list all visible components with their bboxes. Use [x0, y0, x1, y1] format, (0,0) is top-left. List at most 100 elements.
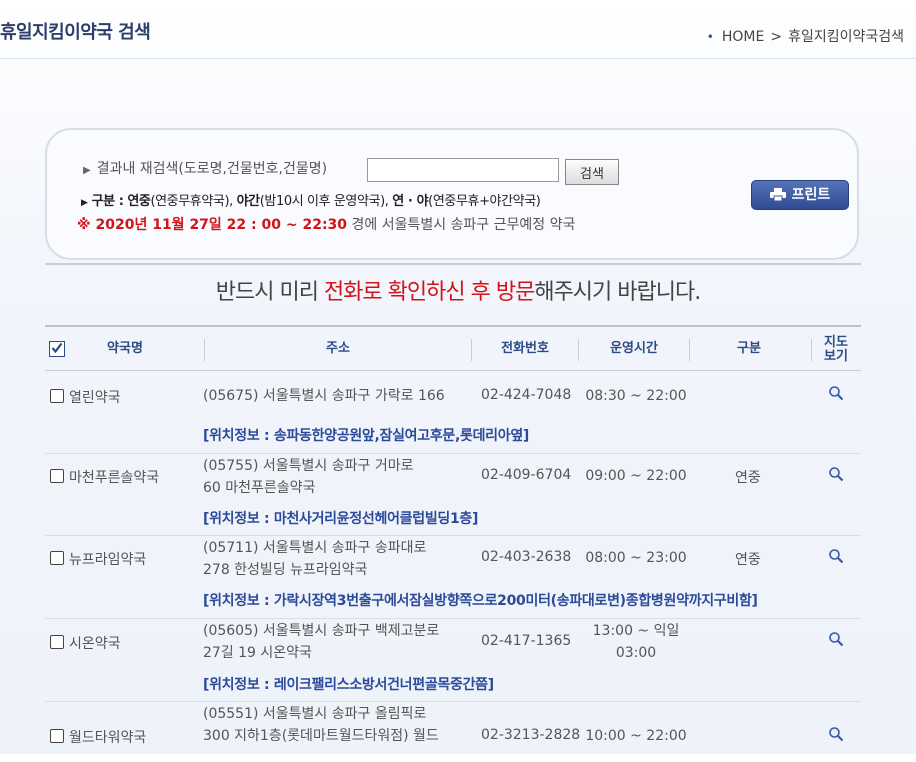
pharmacy-phone: 02-424-7048: [481, 387, 572, 403]
table-row: 열린약국 (05675) 서울특별시 송파구 가락로 166 02-424-70…: [45, 371, 861, 454]
table-row: 마천푸른솔약국 (05755) 서울특별시 송파구 거마로 60 마천푸른솔약국…: [45, 454, 861, 536]
header-phone: 전화번호: [501, 341, 549, 356]
pharmacy-phone: 02-417-1365: [481, 633, 572, 649]
header-map: 지도 보기: [812, 336, 860, 366]
row-checkbox[interactable]: [50, 389, 64, 403]
schedule-datetime: ※ 2020년 11월 27일 22 : 00 ~ 22:30: [77, 217, 348, 233]
pharmacy-address: (05755) 서울특별시 송파구 거마로 60 마천푸른솔약국: [203, 455, 414, 499]
pharmacy-name[interactable]: 뉴프라임약국: [69, 549, 146, 569]
header-type: 구분: [737, 341, 761, 356]
pharmacy-table: 약국명 주소 전화번호 운영시간 구분 지도 보기 열린약국 (05675) 서…: [45, 325, 861, 762]
location-info: [위치정보 : 레이크팰리스소방서건너편골목중간쯤]: [203, 677, 494, 693]
pharmacy-type: 연중: [735, 470, 761, 486]
pharmacy-hours: 09:00 ~ 22:00: [585, 465, 687, 487]
table-header: 약국명 주소 전화번호 운영시간 구분 지도 보기: [45, 325, 861, 371]
legend-term-night: 야간: [236, 194, 261, 209]
section-divider: [45, 263, 861, 265]
search-label: ▶ 결과내 재검색(도로명,건물번호,건물명): [83, 158, 327, 178]
pharmacy-name[interactable]: 월드타워약국: [69, 727, 146, 747]
row-checkbox[interactable]: [50, 551, 64, 565]
magnifier-icon[interactable]: [828, 466, 844, 486]
pharmacy-phone: 02-403-2638: [481, 549, 572, 565]
legend-term-yearround: 연중: [127, 194, 151, 209]
address-line2: 278 한성빌딩 뉴프라임약국: [203, 562, 368, 578]
notice-highlight: 전화로 확인하신 후 방문: [323, 280, 535, 305]
print-button[interactable]: 프린트: [751, 180, 849, 210]
bullet-icon: •: [706, 30, 714, 44]
address-line1: (05711) 서울특별시 송파구 송파대로: [203, 540, 427, 556]
hours-line2: 03:00: [615, 645, 657, 661]
address-line2: 27길 19 시온약국: [203, 645, 312, 661]
pharmacy-address: (05605) 서울특별시 송파구 백제고분로 27길 19 시온약국: [203, 620, 439, 664]
notice-text-2: 해주시기 바랍니다.: [534, 280, 701, 305]
magnifier-icon[interactable]: [828, 631, 844, 651]
hours-line1: 13:00 ~ 익일: [592, 623, 680, 639]
address-line1: (05755) 서울특별시 송파구 거마로: [203, 458, 414, 474]
breadcrumb-current: 휴일지킴이약국검색: [788, 29, 904, 45]
select-all-checkbox[interactable]: [49, 341, 65, 357]
notice-text-1: 반드시 미리: [215, 280, 324, 305]
search-input[interactable]: [367, 158, 559, 182]
pharmacy-address: (05675) 서울특별시 송파구 가락로 166: [203, 385, 445, 407]
triangle-right-icon: ▶: [83, 165, 91, 176]
address-line1: (05605) 서울특별시 송파구 백제고분로: [203, 623, 440, 639]
page-title: 휴일지킴이약국 검색: [0, 22, 151, 43]
hours-line1: 10:00 ~ 22:00: [585, 728, 687, 744]
search-panel: ▶ 결과내 재검색(도로명,건물번호,건물명) 검색 ▶ 구분 : 연중(연중무휴약…: [45, 128, 859, 260]
triangle-right-icon: ▶: [81, 198, 88, 208]
hours-line1: 08:30 ~ 22:00: [585, 388, 687, 404]
breadcrumb-separator: >: [770, 29, 783, 45]
search-button[interactable]: 검색: [565, 159, 619, 185]
legend-prefix: 구분 :: [91, 194, 124, 209]
notice-banner: 반드시 미리 전화로 확인하신 후 방문해주시기 바랍니다.: [0, 274, 916, 306]
page-header: 휴일지킴이약국 검색 • HOME > 휴일지킴이약국검색: [0, 0, 916, 58]
header-divider: [0, 58, 916, 59]
address-line1: (05551) 서울특별시 송파구 올림픽로: [203, 706, 427, 722]
search-label-text: 결과내 재검색(도로명,건물번호,건물명): [96, 161, 328, 177]
legend-desc-both: (연중무휴+야간약국): [428, 194, 541, 209]
table-row: 뉴프라임약국 (05711) 서울특별시 송파구 송파대로 278 한성빌딩 뉴…: [45, 536, 861, 619]
header-name: 약국명: [107, 341, 143, 356]
address-line2: 60 마천푸른솔약국: [203, 480, 316, 496]
header-map-line2: 보기: [824, 349, 848, 364]
pharmacy-name[interactable]: 시온약국: [69, 633, 121, 653]
address-line1: (05675) 서울특별시 송파구 가락로 166: [203, 388, 445, 404]
pharmacy-hours: 13:00 ~ 익일 03:00: [585, 620, 687, 664]
pharmacy-address: (05551) 서울특별시 송파구 올림픽로 300 지하1층(롯데마트월드타워…: [203, 703, 439, 747]
breadcrumb: • HOME > 휴일지킴이약국검색: [707, 26, 904, 46]
location-info: [위치정보 : 가락시장역3번출구에서잠실방향쪽으로200미터(송파대로변)종합…: [203, 593, 758, 609]
legend-desc-night: (밤10시 이후 운영약국),: [259, 194, 389, 209]
magnifier-icon[interactable]: [828, 548, 844, 568]
printer-icon: [769, 188, 786, 202]
row-checkbox[interactable]: [50, 635, 64, 649]
magnifier-icon[interactable]: [828, 726, 844, 746]
location-info: [위치정보 : 송파동한양공원앞,잠실여고후문,롯데리아옆]: [203, 428, 530, 444]
checkmark-icon: [51, 342, 63, 354]
row-checkbox[interactable]: [50, 469, 64, 483]
pharmacy-type: 연중: [735, 552, 761, 568]
table-row: 시온약국 (05605) 서울특별시 송파구 백제고분로 27길 19 시온약국…: [45, 619, 861, 702]
pharmacy-hours: 08:00 ~ 23:00: [585, 547, 687, 569]
legend-term-both: 연 · 야: [392, 194, 429, 209]
address-line2: 300 지하1층(롯데마트월드타워점) 월드: [203, 728, 439, 744]
header-address: 주소: [326, 341, 350, 356]
table-row: 월드타워약국 (05551) 서울특별시 송파구 올림픽로 300 지하1층(롯…: [45, 702, 861, 762]
legend-desc-yearround: (연중무휴약국),: [150, 194, 233, 209]
pharmacy-hours: 08:30 ~ 22:00: [585, 385, 687, 407]
hours-line1: 09:00 ~ 22:00: [585, 468, 687, 484]
header-map-line1: 지도: [824, 335, 848, 350]
pharmacy-name[interactable]: 열린약국: [69, 387, 121, 407]
magnifier-icon[interactable]: [828, 385, 844, 405]
pharmacy-hours: 10:00 ~ 22:00: [585, 725, 687, 747]
schedule-info: ※ 2020년 11월 27일 22 : 00 ~ 22:30 경에 서울특별시…: [77, 214, 575, 234]
breadcrumb-home[interactable]: HOME: [722, 29, 764, 45]
pharmacy-phone: 02-409-6704: [481, 467, 572, 483]
header-hours: 운영시간: [610, 341, 658, 356]
type-legend: ▶ 구분 : 연중(연중무휴약국), 야간(밤10시 이후 운영약국), 연 · …: [81, 190, 541, 209]
pharmacy-name[interactable]: 마천푸른솔약국: [69, 467, 159, 487]
location-info: [위치정보 : 마천사거리윤정선헤어클럽빌딩1층]: [203, 511, 479, 527]
pharmacy-address: (05711) 서울특별시 송파구 송파대로 278 한성빌딩 뉴프라임약국: [203, 537, 426, 581]
row-checkbox[interactable]: [50, 729, 64, 743]
pharmacy-phone: 02-3213-2828: [481, 727, 581, 743]
print-button-label: 프린트: [791, 187, 831, 203]
